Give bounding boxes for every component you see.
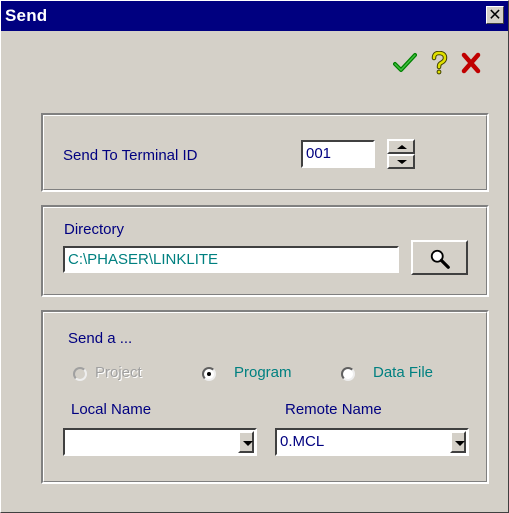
help-button[interactable]: [427, 50, 451, 75]
send-dialog: Send ✕ Send To Terminal ID 001 Directory…: [0, 0, 509, 513]
radio-program-label[interactable]: Program: [234, 364, 292, 381]
remote-name-label: Remote Name: [285, 401, 382, 418]
remote-name-value: 0.MCL: [280, 433, 325, 450]
local-name-label: Local Name: [71, 401, 152, 418]
terminal-id-input[interactable]: 001: [301, 140, 375, 168]
chevron-down-icon: [397, 160, 407, 164]
title-bar: Send ✕: [1, 1, 508, 31]
browse-button[interactable]: [411, 240, 468, 275]
local-name-dropdown-button[interactable]: [238, 431, 254, 453]
radio-data-file[interactable]: [341, 367, 355, 381]
send-label: Send a ...: [68, 330, 133, 347]
directory-input[interactable]: C:\PHASER\LINKLITE: [63, 246, 399, 273]
close-button[interactable]: ✕: [486, 6, 504, 24]
ok-button[interactable]: [393, 51, 417, 75]
radio-project-label: Project: [95, 364, 142, 381]
directory-label: Directory: [64, 221, 125, 238]
x-icon: [461, 52, 481, 74]
radio-data-file-label[interactable]: Data File: [373, 364, 433, 381]
magnifier-icon: [430, 249, 450, 269]
checkmark-icon: [393, 53, 417, 72]
radio-project: [73, 367, 87, 381]
window-title: Send: [5, 6, 48, 25]
question-icon: [431, 50, 448, 75]
terminal-id-spinner[interactable]: [387, 139, 415, 169]
local-name-select[interactable]: [63, 428, 257, 456]
spin-up-button[interactable]: [387, 139, 415, 154]
remote-name-dropdown-button[interactable]: [450, 431, 466, 453]
remote-name-select[interactable]: 0.MCL: [275, 428, 469, 456]
radio-program[interactable]: [202, 367, 216, 381]
terminal-id-label: Send To Terminal ID: [63, 147, 198, 164]
spin-down-button[interactable]: [387, 154, 415, 169]
chevron-up-icon: [397, 145, 407, 149]
cancel-button[interactable]: [459, 51, 483, 75]
